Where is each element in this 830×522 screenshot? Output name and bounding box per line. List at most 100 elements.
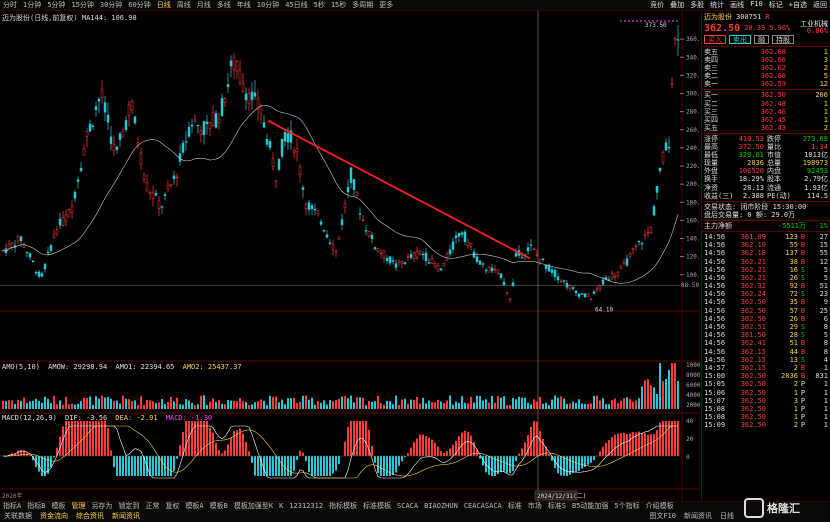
order-book-row[interactable]: 买一 362.50 206 [702,91,830,99]
amo-bar [497,395,499,409]
template-tab[interactable]: CEACASACA [461,502,505,510]
tick-price: 362.21 [740,265,766,274]
macd-bar [329,456,331,476]
period-tab[interactable]: 周线 [174,0,194,10]
macd-bar [326,456,328,476]
period-tab[interactable]: 更多 [376,0,396,10]
period-tab[interactable]: 5秒 [311,0,328,10]
tick-list[interactable]: 14:56 361.89 123 B 27 14:56 362.10 55 B 15 14:56 36… [702,233,830,430]
template-tab[interactable]: K [276,502,286,510]
amo-bar [290,398,292,409]
amo-bar [236,401,238,409]
tab-f10[interactable]: 图文F10 [645,511,680,521]
order-book-row[interactable]: 买四 362.45 1 [702,116,830,124]
macd-bar [365,421,367,456]
period-tab[interactable]: 15分钟 [68,0,96,10]
amo-bar [284,404,286,409]
candle-body [460,232,464,235]
candle-body [346,187,350,193]
period-tab[interactable]: 60分钟 [125,0,153,10]
macd-bar [41,456,43,476]
macd-bar [233,431,235,456]
stat-value: 273.69 [802,134,828,143]
order-book-row[interactable]: 卖一 362.59 12 [702,80,830,88]
tab-composite-news[interactable]: 综合资讯 [72,511,108,521]
period-tab[interactable]: 年线 [234,0,254,10]
price-change: 20.39 [744,24,766,32]
amo-bar [566,403,568,409]
order-book-row[interactable]: 卖四 362.66 3 [702,56,830,64]
period-tab[interactable]: 分时 [0,0,20,10]
amo-bar [644,380,646,409]
toolbar-tab[interactable]: 统计 [707,0,727,11]
period-tab[interactable]: 月线 [194,0,214,10]
order-book-row[interactable]: 卖三 362.62 2 [702,64,830,72]
order-book-row[interactable]: 卖五 362.68 1 [702,48,830,56]
toolbar-tab[interactable]: 返回 [810,0,830,11]
period-tab[interactable]: 15秒 [328,0,349,10]
tab-news[interactable]: 新闻资讯 [108,511,144,521]
period-tab[interactable]: 日线 [154,0,174,10]
amo-bar [593,395,595,409]
amo-bar [11,400,13,409]
margin-button[interactable]: 融 [754,35,769,44]
buy-button[interactable]: 买入 [704,35,726,44]
candle-body [358,213,362,215]
tab-related-data[interactable]: 关联数据 [0,511,36,521]
holdings-button[interactable]: 持股 [772,35,794,44]
toolbar-tab[interactable]: +自选 [786,0,810,11]
order-book-row[interactable]: 买五 362.43 2 [702,124,830,132]
kline-chart-area[interactable]: 360.0 340.0 320.0 300.0 280.0 260.0 240.0 220.0… [0,11,700,501]
price-tick: 160.0 [686,217,700,224]
candle-body [298,166,302,175]
tick-price: 362.15 [740,355,766,364]
template-tab[interactable]: SCACA [394,502,421,510]
period-tab[interactable]: 10分钟 [254,0,282,10]
tab-right-daily[interactable]: 日线 [716,511,738,521]
order-book-row[interactable]: 买二 362.48 1 [702,100,830,108]
amo-bar [224,404,226,409]
toolbar-tab[interactable]: 叠加 [667,0,687,11]
macd-bar [524,442,526,456]
tick-price: 362.21 [740,273,766,282]
toolbar-tab[interactable]: 多股 [687,0,707,11]
candle-body [508,297,512,301]
period-tab[interactable]: 30分钟 [97,0,125,10]
amo-bar [416,397,418,409]
candle-body [676,39,680,41]
tick-price: 361.89 [740,232,766,241]
template-tab[interactable]: BIAOZHUN [421,502,461,510]
kline-chart[interactable]: 360.0 340.0 320.0 300.0 280.0 260.0 240.0 220.0… [0,11,700,501]
macd-bar [218,450,220,456]
tab-capital-flow[interactable]: 资金流向 [36,511,72,521]
amo-bar [77,403,79,409]
amo-bar [140,396,142,409]
order-book-row[interactable]: 卖二 362.60 5 [702,72,830,80]
tick-time: 14:56 [704,241,726,250]
macd-bar [128,456,130,476]
period-tab[interactable]: 多线 [214,0,234,10]
macd-bar [251,456,253,463]
toolbar-tab[interactable]: 画线 [727,0,747,11]
period-tab[interactable]: 45日线 [282,0,310,10]
template-tab[interactable]: 12312312 [286,502,326,510]
macd-bar [407,452,409,456]
period-tab[interactable]: 多周期 [349,0,376,10]
period-tab[interactable]: 5分钟 [44,0,68,10]
tick-volume: 51 [789,339,798,348]
amo-bar [551,399,553,409]
toolbar-tab[interactable]: 标记 [766,0,786,11]
tick-count: 51 [819,282,828,291]
toolbar-tab[interactable]: F10 [747,0,766,11]
toolbar-tab[interactable]: 竞价 [647,0,667,11]
amo-bar [563,398,565,409]
period-tab[interactable]: 1分钟 [20,0,44,10]
tab-right-news[interactable]: 新闻资讯 [680,511,716,521]
gelonghui-logo-icon [744,498,764,518]
order-book-row[interactable]: 买三 362.46 1 [702,108,830,116]
candle-body [103,102,107,113]
candle-body [496,269,500,274]
amo-bar [500,397,502,409]
price-tick: 240.0 [686,145,700,152]
sell-button[interactable]: 卖出 [729,35,751,44]
